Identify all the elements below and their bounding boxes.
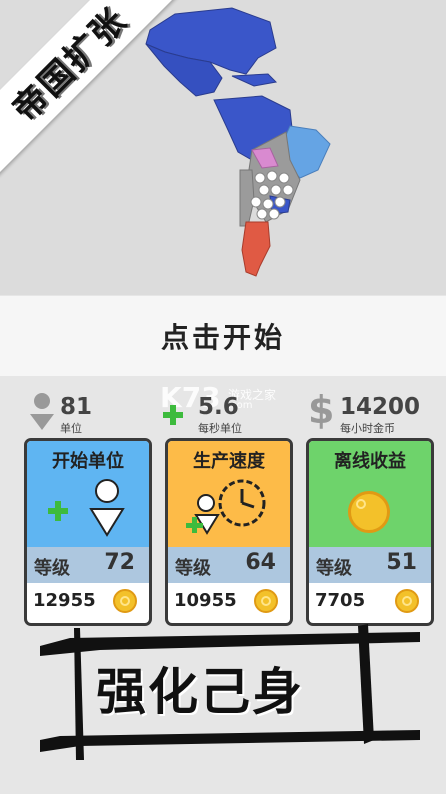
upgrade-card-offline-income[interactable]: 离线收益 等级 51 7705 [306, 438, 434, 626]
stat-gold-label: 每小时金币 [340, 422, 395, 435]
card-cost: 10955 [174, 590, 237, 611]
stat-units-label: 单位 [60, 422, 82, 435]
card-level-row: 等级 51 [309, 547, 431, 583]
card-level-row: 等级 64 [168, 547, 290, 583]
add-unit-icon [48, 479, 125, 537]
card-header: 生产速度 [168, 441, 290, 547]
speed-clock-icon [186, 479, 266, 535]
card-level-label: 等级 [316, 558, 352, 579]
card-header: 离线收益 [309, 441, 431, 547]
stat-units-per-sec-label: 每秒单位 [198, 422, 242, 435]
upgrade-card-production-speed[interactable]: 生产速度 等级 64 10955 [165, 438, 293, 626]
plus-icon [163, 405, 183, 425]
stat-gold-value: 14200 [340, 394, 421, 420]
card-cost: 7705 [315, 590, 366, 611]
card-title: 生产速度 [193, 451, 265, 472]
gold-coin-icon [113, 589, 137, 613]
gold-coin-large-icon [348, 491, 390, 533]
territory-chile-gray [239, 169, 255, 227]
territory-caribbean [231, 73, 278, 87]
start-button[interactable]: 点击开始 [0, 296, 446, 376]
stat-units-per-sec: 5.6 每秒单位 [160, 392, 290, 436]
stat-units: 81 单位 [24, 392, 144, 436]
card-header: 开始单位 [27, 441, 149, 547]
stat-gold-per-hour: $ 14200 每小时金币 [308, 388, 438, 436]
dollar-icon: $ [308, 388, 335, 432]
gold-coin-icon [395, 589, 419, 613]
card-level-value: 72 [104, 550, 135, 575]
start-label: 点击开始 [160, 321, 285, 354]
upgrade-card-start-units[interactable]: 开始单位 等级 72 12955 [24, 438, 152, 626]
territory-argentina-red [241, 221, 271, 277]
card-level-label: 等级 [34, 558, 70, 579]
card-cost: 12955 [33, 590, 96, 611]
card-title: 开始单位 [52, 451, 124, 472]
gold-coin-icon [254, 589, 278, 613]
card-title: 离线收益 [334, 451, 406, 472]
card-level-value: 51 [386, 550, 417, 575]
card-level-row: 等级 72 [27, 547, 149, 583]
promo-text: 强化己身 [96, 663, 304, 721]
card-level-label: 等级 [175, 558, 211, 579]
person-icon [30, 393, 54, 430]
stat-units-value: 81 [60, 394, 93, 420]
card-level-value: 64 [245, 550, 276, 575]
stat-units-per-sec-value: 5.6 [198, 394, 239, 420]
